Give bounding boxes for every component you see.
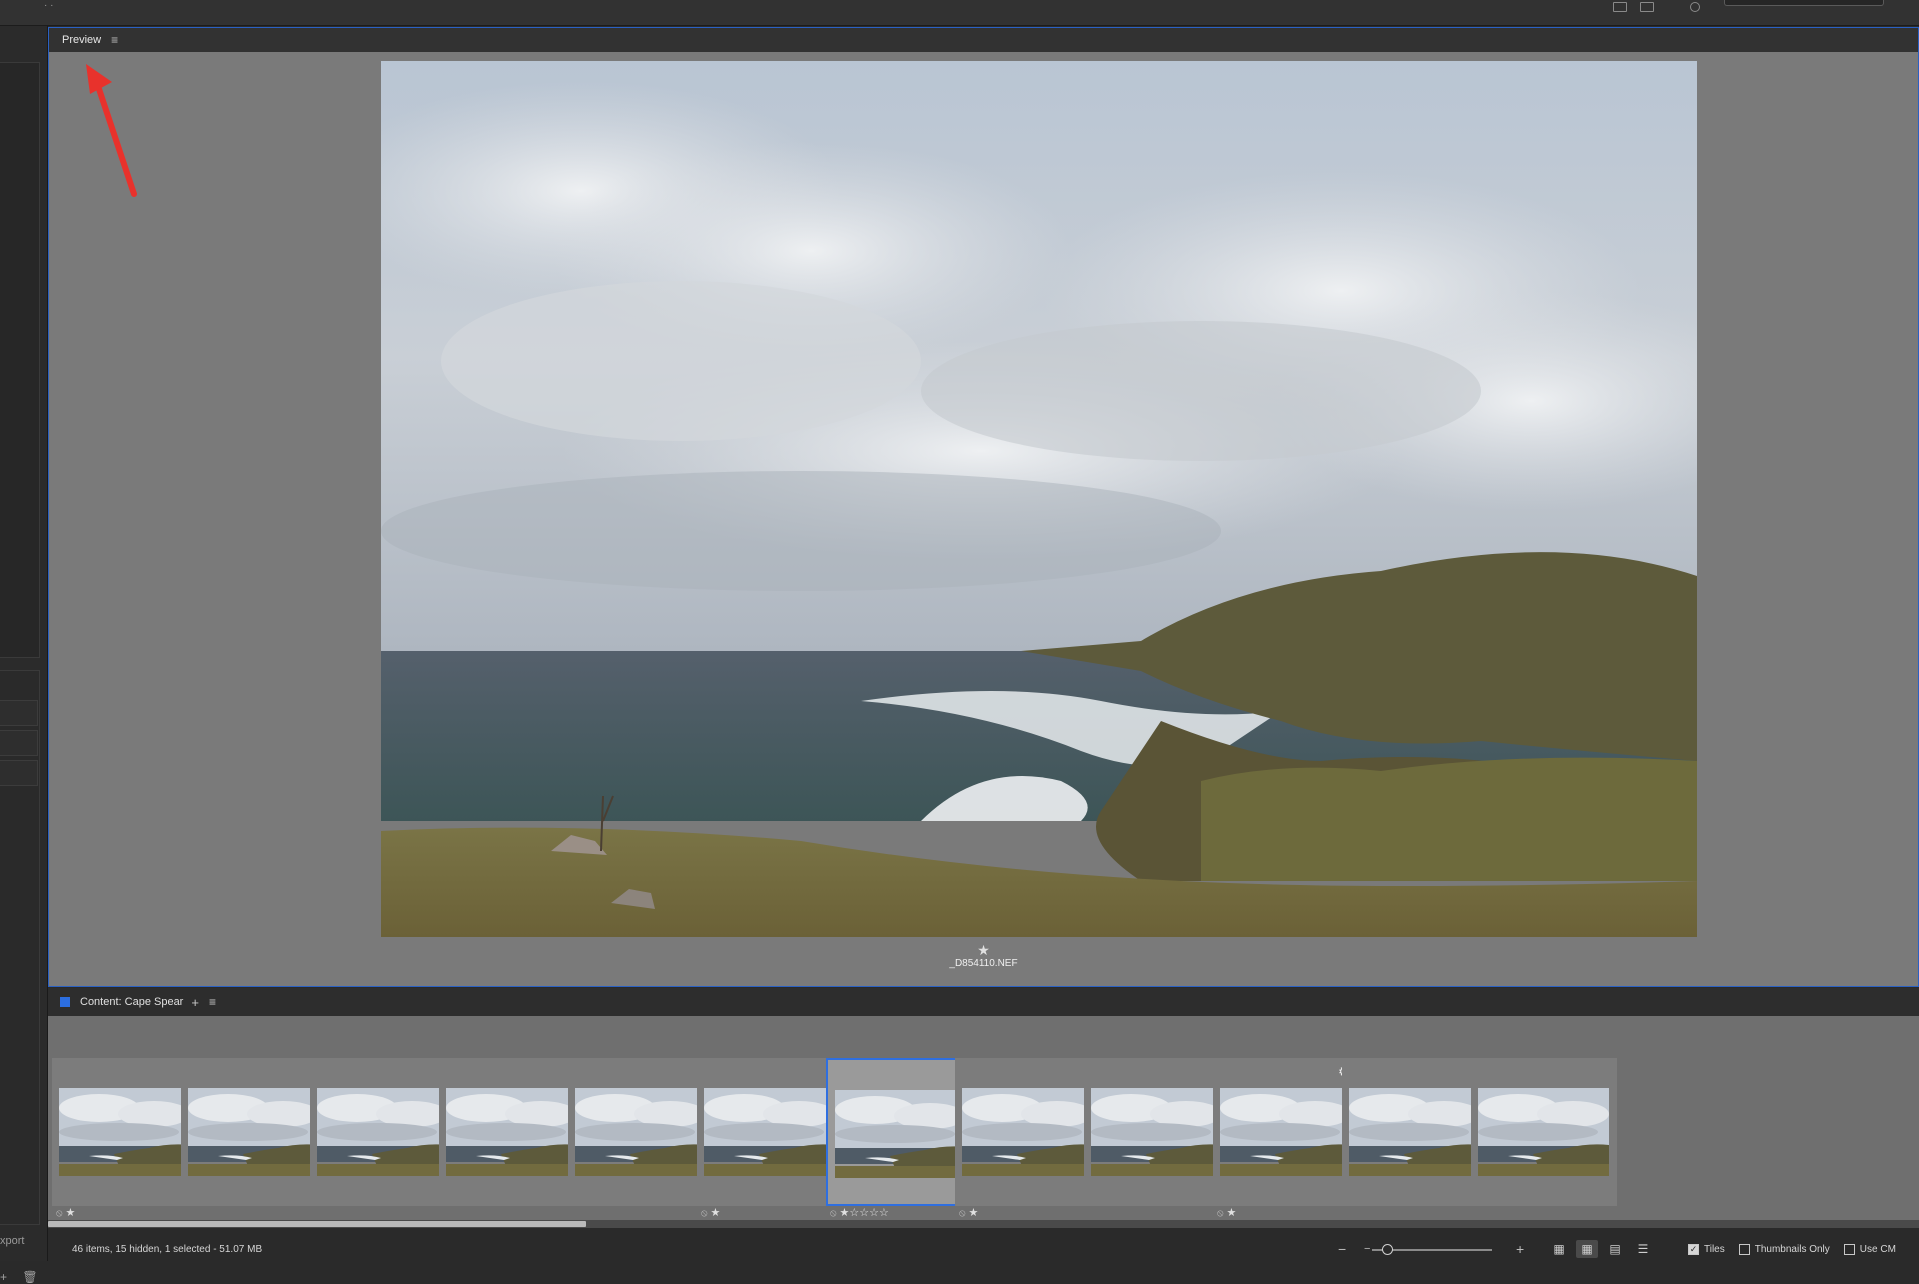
reject-circle-icon[interactable]: ⦸ bbox=[959, 1208, 966, 1219]
thumbnail[interactable]: ⚙ bbox=[1213, 1058, 1359, 1206]
thumbnails-view-icon[interactable]: ▦ bbox=[1576, 1240, 1598, 1258]
status-bar: 46 items, 15 hidden, 1 selected - 51.07 … bbox=[48, 1228, 1919, 1261]
option-use-cm[interactable]: Use CM bbox=[1843, 1244, 1896, 1255]
rating-row[interactable]: ⦸ ★ bbox=[1217, 1206, 1236, 1219]
scrollbar-thumb[interactable] bbox=[48, 1221, 586, 1227]
reject-circle-icon[interactable]: ⦸ bbox=[1217, 1208, 1224, 1219]
checkbox-icon[interactable] bbox=[1843, 1244, 1855, 1255]
rating-row[interactable]: ⦸ ★ bbox=[56, 1206, 75, 1219]
filter-row[interactable] bbox=[0, 760, 38, 786]
star-rating-icon[interactable]: ★☆☆☆☆ bbox=[840, 1207, 889, 1219]
view-options: ✓ Tiles Thumbnails Only Use CM bbox=[1688, 1244, 1910, 1255]
rating-row[interactable]: ⦸ ★ bbox=[701, 1206, 720, 1219]
add-delete-icons[interactable]: + 🗑 bbox=[0, 1270, 44, 1284]
thumbnail-image[interactable] bbox=[575, 1088, 706, 1176]
thumbnail[interactable] bbox=[439, 1058, 585, 1206]
thumbnail-image[interactable] bbox=[1349, 1088, 1480, 1176]
reject-circle-icon[interactable]: ⦸ bbox=[701, 1208, 708, 1219]
star-rating-icon[interactable]: ★ bbox=[1227, 1207, 1237, 1219]
view-mode-group: ▦ ▦ ▤ ☰ bbox=[1548, 1240, 1654, 1260]
option-thumbnails-only[interactable]: Thumbnails Only bbox=[1738, 1244, 1830, 1255]
sync-icon[interactable] bbox=[1690, 2, 1700, 12]
thumbnail[interactable] bbox=[1471, 1058, 1617, 1206]
thumbnail[interactable] bbox=[52, 1058, 198, 1206]
thumbnail[interactable] bbox=[697, 1058, 843, 1206]
layout-icon[interactable] bbox=[1613, 2, 1627, 12]
layout-alt-icon[interactable] bbox=[1640, 2, 1654, 12]
preview-caption: ★ _D854110.NEF bbox=[48, 943, 1919, 969]
reject-circle-icon[interactable]: ⦸ bbox=[830, 1208, 837, 1219]
star-rating-icon[interactable]: ★ bbox=[66, 1207, 76, 1219]
content-panel: Content: Cape Spear + ≡ ⦸★_D854104.NEF_D… bbox=[48, 988, 1919, 1261]
star-rating-icon[interactable]: ★ bbox=[969, 1207, 979, 1219]
thumbnail-image[interactable] bbox=[188, 1088, 319, 1176]
thumbnail-strip[interactable]: ⦸★_D854104.NEF_D854105.NEF_D854106.NEF_D… bbox=[48, 1016, 1919, 1233]
top-bar: · · bbox=[0, 0, 1919, 26]
zoom-in-icon[interactable]: + bbox=[1516, 1241, 1524, 1257]
search-input[interactable] bbox=[1724, 0, 1884, 6]
thumbnail[interactable] bbox=[1084, 1058, 1230, 1206]
hamburger-menu-icon[interactable]: ≡ bbox=[209, 995, 216, 1009]
thumbnail[interactable] bbox=[568, 1058, 714, 1206]
thumbnail[interactable] bbox=[826, 1058, 972, 1206]
thumbnail-image[interactable] bbox=[317, 1088, 448, 1176]
rating-row[interactable]: ⦸ ★☆☆☆☆ bbox=[830, 1206, 889, 1219]
rating-row[interactable]: ⦸ ★ bbox=[959, 1206, 978, 1219]
thumbnail-image[interactable] bbox=[1220, 1088, 1351, 1176]
checkbox-icon[interactable] bbox=[1738, 1244, 1750, 1255]
thumbnail-image[interactable] bbox=[59, 1088, 190, 1176]
export-button[interactable]: xport bbox=[0, 1235, 24, 1247]
add-tab-icon[interactable]: + bbox=[191, 995, 199, 1010]
preview-filename: _D854110.NEF bbox=[949, 958, 1018, 969]
thumbnail-image[interactable] bbox=[446, 1088, 577, 1176]
panel-color-square bbox=[60, 997, 70, 1007]
filter-row[interactable] bbox=[0, 730, 38, 756]
left-panel: xport + 🗑 bbox=[0, 26, 48, 1284]
checkbox-checked-icon[interactable]: ✓ bbox=[1688, 1244, 1699, 1255]
zoom-small-icon: − bbox=[1364, 1243, 1371, 1255]
thumbnail[interactable] bbox=[310, 1058, 456, 1206]
horizontal-scrollbar[interactable] bbox=[48, 1220, 1919, 1228]
thumbnail-image[interactable] bbox=[962, 1088, 1093, 1176]
star-rating-icon[interactable]: ★ bbox=[711, 1207, 721, 1219]
option-label: Thumbnails Only bbox=[1754, 1244, 1830, 1255]
grid-lock-icon[interactable]: ▦ bbox=[1548, 1240, 1570, 1258]
folders-panel bbox=[0, 62, 40, 658]
status-summary: 46 items, 15 hidden, 1 selected - 51.07 … bbox=[72, 1244, 263, 1255]
thumbnail-image[interactable] bbox=[1478, 1088, 1609, 1176]
reject-circle-icon[interactable]: ⦸ bbox=[56, 1208, 63, 1219]
option-label: Use CM bbox=[1859, 1244, 1896, 1255]
thumbnail[interactable] bbox=[181, 1058, 327, 1206]
zoom-knob[interactable] bbox=[1382, 1244, 1393, 1255]
thumbnail[interactable] bbox=[955, 1058, 1101, 1206]
filter-row[interactable] bbox=[0, 700, 38, 726]
content-tab-title[interactable]: Content: Cape Spear bbox=[80, 996, 183, 1008]
preview-header: Preview ≡ bbox=[49, 28, 1918, 52]
option-label: Tiles bbox=[1704, 1244, 1725, 1255]
zoom-out-icon[interactable]: − bbox=[1338, 1241, 1346, 1257]
details-view-icon[interactable]: ▤ bbox=[1604, 1240, 1626, 1258]
content-header: Content: Cape Spear + ≡ bbox=[48, 988, 1919, 1016]
preview-tab-title[interactable]: Preview bbox=[62, 34, 101, 46]
preview-image[interactable] bbox=[381, 61, 1697, 937]
thumbnail-image[interactable] bbox=[835, 1090, 966, 1178]
thumbnail-zoom-slider[interactable]: − − + bbox=[1338, 1241, 1538, 1259]
option-tiles[interactable]: ✓ Tiles bbox=[1688, 1244, 1725, 1255]
thumbnail-image[interactable] bbox=[1091, 1088, 1222, 1176]
star-icon[interactable]: ★ bbox=[48, 943, 1919, 957]
thumbnail[interactable] bbox=[1342, 1058, 1488, 1206]
list-view-icon[interactable]: ☰ bbox=[1632, 1240, 1654, 1258]
top-bar-glyph: · · bbox=[44, 0, 54, 11]
hamburger-menu-icon[interactable]: ≡ bbox=[111, 33, 118, 47]
thumbnail-image[interactable] bbox=[704, 1088, 835, 1176]
